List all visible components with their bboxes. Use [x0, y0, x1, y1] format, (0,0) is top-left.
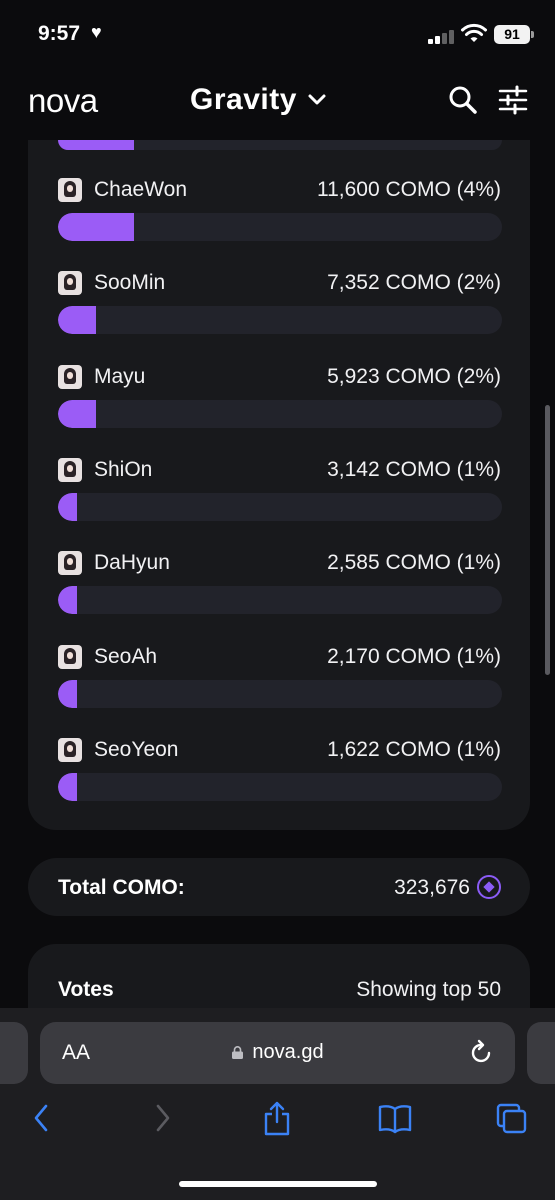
back-icon[interactable]	[26, 1100, 58, 1136]
member-name: SooMin	[94, 271, 166, 295]
wifi-icon	[461, 23, 487, 42]
votes-title: Votes	[58, 978, 114, 1001]
sliders-icon[interactable]	[497, 84, 529, 116]
heart-icon: ♥	[91, 22, 102, 42]
member-como-value: 2,170 COMO (1%)	[327, 644, 501, 668]
total-como-card: Total COMO: 323,676	[28, 858, 530, 916]
member-row: SeoYeon 1,622 COMO (1%)	[28, 700, 530, 801]
member-como-value: 2,585 COMO (1%)	[327, 551, 501, 575]
safari-bottom-bar: AA nova.gd	[0, 1008, 555, 1200]
member-row: Mayu 5,923 COMO (2%)	[28, 327, 530, 428]
member-avatar	[58, 551, 82, 576]
member-como-value: 1,622 COMO (1%)	[327, 737, 501, 761]
battery-indicator: 91	[494, 25, 534, 44]
bookmarks-icon[interactable]	[377, 1100, 413, 1136]
member-progress-bar	[58, 772, 502, 801]
member-avatar	[58, 178, 82, 202]
total-value: 323,676	[394, 876, 470, 899]
member-como-value: 11,600 COMO (4%)	[316, 178, 501, 201]
member-name: DaHyun	[94, 551, 170, 575]
status-bar: 9:57 ♥ 91	[0, 0, 555, 68]
member-row: SooMin 7,352 COMO (2%)	[28, 233, 530, 335]
member-avatar	[58, 644, 82, 669]
previous-tab-stub[interactable]	[0, 1022, 28, 1084]
member-como-value: 5,923 COMO (2%)	[327, 364, 501, 388]
home-indicator	[179, 1181, 377, 1187]
nova-logo[interactable]: nova	[28, 82, 98, 120]
member-avatar	[58, 364, 82, 389]
votes-subtitle: Showing top 50	[356, 978, 501, 1001]
next-tab-stub[interactable]	[527, 1022, 555, 1084]
member-como-panel: ChaeWon 11,600 COMO (4%) SooMin 7,352 COMO …	[28, 140, 530, 830]
chevron-down-icon	[308, 94, 326, 105]
member-name: SeoAh	[94, 644, 158, 668]
member-row: ShiOn 3,142 COMO (1%)	[28, 420, 530, 521]
scroll-indicator	[545, 405, 550, 675]
reload-icon[interactable]	[467, 1039, 495, 1067]
member-row: SeoAh 2,170 COMO (1%)	[28, 607, 530, 708]
search-icon[interactable]	[447, 84, 479, 116]
como-icon	[477, 875, 501, 899]
tabs-icon[interactable]	[495, 1100, 529, 1136]
page-title: Gravity	[190, 83, 297, 116]
cellular-signal-icon	[428, 28, 456, 44]
member-name: Mayu	[94, 364, 146, 388]
member-progress-fill	[58, 772, 77, 801]
browser-toolbar	[0, 1096, 555, 1156]
member-name: ChaeWon	[94, 178, 188, 201]
address-bar[interactable]: AA nova.gd	[40, 1022, 515, 1084]
lock-icon	[232, 1046, 244, 1059]
member-avatar	[58, 457, 82, 482]
member-row: DaHyun 2,585 COMO (1%)	[28, 513, 530, 615]
share-icon[interactable]	[261, 1100, 293, 1136]
forward-icon[interactable]	[146, 1100, 178, 1136]
member-avatar	[58, 271, 82, 296]
url-display[interactable]: nova.gd	[40, 1041, 515, 1064]
total-label: Total COMO:	[58, 876, 185, 899]
status-time: 9:57	[38, 22, 81, 45]
member-name: SeoYeon	[94, 737, 179, 761]
member-row: ChaeWon 11,600 COMO (4%)	[28, 140, 530, 241]
url-text: nova.gd	[252, 1041, 324, 1063]
member-como-value: 3,142 COMO (1%)	[327, 457, 501, 481]
member-como-value: 7,352 COMO (2%)	[327, 271, 501, 295]
group-selector[interactable]: Gravity	[190, 83, 327, 117]
member-name: ShiOn	[94, 457, 153, 481]
member-avatar	[58, 737, 82, 762]
